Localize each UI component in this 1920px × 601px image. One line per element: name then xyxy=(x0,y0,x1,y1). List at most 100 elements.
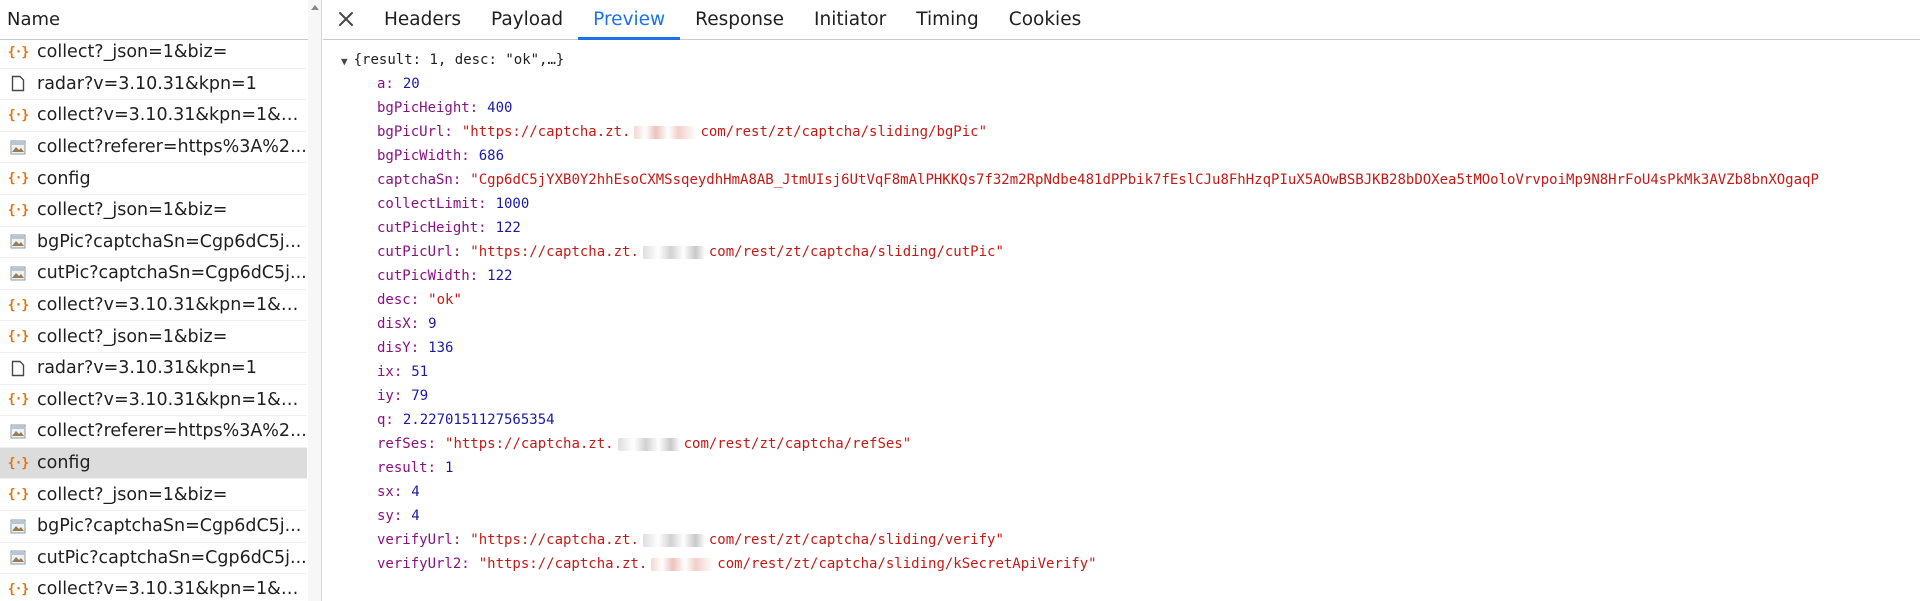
json-property-row[interactable]: cutPicUrl: "https://captcha.zt. com/rest/… xyxy=(323,240,1920,264)
json-property-row[interactable]: bgPicUrl: "https://captcha.zt. com/rest/z… xyxy=(323,120,1920,144)
redacted-domain xyxy=(634,125,697,139)
request-row[interactable]: radar?v=3.10.31&kpn=1 xyxy=(0,353,307,385)
json-property-row[interactable]: ix: 51 xyxy=(323,360,1920,384)
json-icon: {·} xyxy=(7,202,29,218)
tab-initiator[interactable]: Initiator xyxy=(799,0,901,39)
json-key: result: xyxy=(377,460,437,476)
json-property-row[interactable]: desc: "ok" xyxy=(323,288,1920,312)
json-key: bgPicUrl: xyxy=(377,124,453,140)
request-row[interactable]: {·} collect?v=3.10.31&kpn=1&_j... xyxy=(0,574,307,601)
json-property-row[interactable]: sy: 4 xyxy=(323,504,1920,528)
tab-headers[interactable]: Headers xyxy=(369,0,476,39)
json-key: q: xyxy=(377,412,394,428)
json-property-row[interactable]: disX: 9 xyxy=(323,312,1920,336)
json-key: ix: xyxy=(377,364,403,380)
request-row[interactable]: {·} config xyxy=(0,163,307,195)
tab-cookies[interactable]: Cookies xyxy=(994,0,1096,39)
request-row[interactable]: {·} collect?_json=1&biz= xyxy=(0,195,307,227)
json-number-value: 9 xyxy=(428,316,437,332)
redacted-domain xyxy=(642,533,705,547)
json-key: sy: xyxy=(377,508,403,524)
json-key: cutPicHeight: xyxy=(377,220,487,236)
json-property-row[interactable]: captchaSn: "Cgp6dC5jYXB0Y2hhEsoCXMSsqeydh… xyxy=(323,168,1920,192)
json-icon: {·} xyxy=(7,107,29,123)
json-number-value: 1000 xyxy=(495,196,530,212)
json-string-value: "ok" xyxy=(428,292,462,308)
json-property-row[interactable]: a: 20 xyxy=(323,72,1920,96)
image-icon xyxy=(8,421,28,441)
request-row[interactable]: {·} collect?v=3.10.31&kpn=1&_j... xyxy=(0,100,307,132)
json-property-row[interactable]: sx: 4 xyxy=(323,480,1920,504)
request-label: cutPic?captchaSn=Cgp6dC5j... xyxy=(37,547,307,568)
json-key: iy: xyxy=(377,388,403,404)
json-number-value: 51 xyxy=(411,364,429,380)
redacted-domain xyxy=(617,437,680,451)
json-key: verifyUrl2: xyxy=(377,556,470,572)
json-property-row[interactable]: verifyUrl2: "https://captcha.zt. com/rest… xyxy=(323,552,1920,576)
json-properties: a: 20 bgPicHeight: 400 bgPicUrl: "https://cap… xyxy=(323,72,1920,576)
json-property-row[interactable]: disY: 136 xyxy=(323,336,1920,360)
json-icon: {·} xyxy=(7,171,29,187)
request-row[interactable]: {·} collect?_json=1&biz= xyxy=(0,37,307,69)
json-key: disY: xyxy=(377,340,420,356)
json-icon: {·} xyxy=(7,392,29,408)
json-property-row[interactable]: q: 2.2270151127565354 xyxy=(323,408,1920,432)
redacted-domain xyxy=(651,557,714,571)
request-row[interactable]: collect?referer=https%3A%2... xyxy=(0,416,307,448)
json-property-row[interactable]: iy: 79 xyxy=(323,384,1920,408)
request-label: collect?_json=1&biz= xyxy=(37,484,228,505)
tab-response[interactable]: Response xyxy=(680,0,799,39)
json-key: cutPicUrl: xyxy=(377,244,462,260)
json-key: a: xyxy=(377,76,394,92)
json-icon: {·} xyxy=(7,297,29,313)
json-icon: {·} xyxy=(7,487,29,503)
json-key: cutPicWidth: xyxy=(377,268,479,284)
request-row[interactable]: {·} collect?v=3.10.31&kpn=1&_j... xyxy=(0,385,307,417)
request-row[interactable]: bgPic?captchaSn=Cgp6dC5j... xyxy=(0,511,307,543)
json-property-row[interactable]: cutPicHeight: 122 xyxy=(323,216,1920,240)
scroll-up-arrow-icon[interactable] xyxy=(308,1,322,15)
json-summary-text: {result: 1, desc: "ok",…} xyxy=(353,52,565,68)
request-row[interactable]: {·} collect?_json=1&biz= xyxy=(0,321,307,353)
request-label: radar?v=3.10.31&kpn=1 xyxy=(37,73,257,94)
tab-payload[interactable]: Payload xyxy=(476,0,578,39)
json-property-row[interactable]: refSes: "https://captcha.zt. com/rest/zt/… xyxy=(323,432,1920,456)
json-key: bgPicWidth: xyxy=(377,148,470,164)
image-icon xyxy=(8,516,28,536)
json-property-row[interactable]: result: 1 xyxy=(323,456,1920,480)
request-row[interactable]: {·} collect?v=3.10.31&kpn=1&_j... xyxy=(0,290,307,322)
json-string-value-suffix: com/rest/zt/captcha/sliding/verify" xyxy=(708,532,1004,548)
request-row[interactable]: {·} collect?_json=1&biz= xyxy=(0,479,307,511)
tab-preview[interactable]: Preview xyxy=(578,0,681,40)
json-string-value: "https://captcha.zt. xyxy=(478,556,648,572)
request-row[interactable]: bgPic?captchaSn=Cgp6dC5j... xyxy=(0,227,307,259)
request-row[interactable]: cutPic?captchaSn=Cgp6dC5j... xyxy=(0,543,307,575)
close-icon[interactable] xyxy=(323,0,369,39)
json-property-row[interactable]: collectLimit: 1000 xyxy=(323,192,1920,216)
json-string-value: "https://captcha.zt. xyxy=(461,124,631,140)
json-preview: ▼ {result: 1, desc: "ok",…} a: 20 bgPicHei… xyxy=(323,48,1920,576)
request-list-scrollbar[interactable] xyxy=(308,0,322,601)
json-number-value: 400 xyxy=(487,100,513,116)
detail-panel: Headers Payload Preview Response Initiator Ti… xyxy=(323,0,1920,601)
name-column-header[interactable]: Name xyxy=(0,0,321,40)
json-property-row[interactable]: cutPicWidth: 122 xyxy=(323,264,1920,288)
name-header-label: Name xyxy=(7,9,61,30)
request-row[interactable]: radar?v=3.10.31&kpn=1 xyxy=(0,69,307,101)
request-row[interactable]: {·} config xyxy=(0,447,307,480)
request-row[interactable]: cutPic?captchaSn=Cgp6dC5j... xyxy=(0,258,307,290)
json-summary-row[interactable]: ▼ {result: 1, desc: "ok",…} xyxy=(323,48,1920,72)
redacted-domain xyxy=(642,245,705,259)
json-key: bgPicHeight: xyxy=(377,100,479,116)
json-icon: {·} xyxy=(7,329,29,345)
json-number-value: 4 xyxy=(411,484,420,500)
request-label: config xyxy=(37,168,91,189)
json-property-row[interactable]: verifyUrl: "https://captcha.zt. com/rest/… xyxy=(323,528,1920,552)
request-row[interactable]: collect?referer=https%3A%2... xyxy=(0,132,307,164)
json-property-row[interactable]: bgPicHeight: 400 xyxy=(323,96,1920,120)
json-string-value: "https://captcha.zt. xyxy=(470,532,639,548)
document-icon xyxy=(8,74,28,94)
tab-timing[interactable]: Timing xyxy=(901,0,994,39)
expand-triangle-icon[interactable]: ▼ xyxy=(341,55,348,68)
json-property-row[interactable]: bgPicWidth: 686 xyxy=(323,144,1920,168)
